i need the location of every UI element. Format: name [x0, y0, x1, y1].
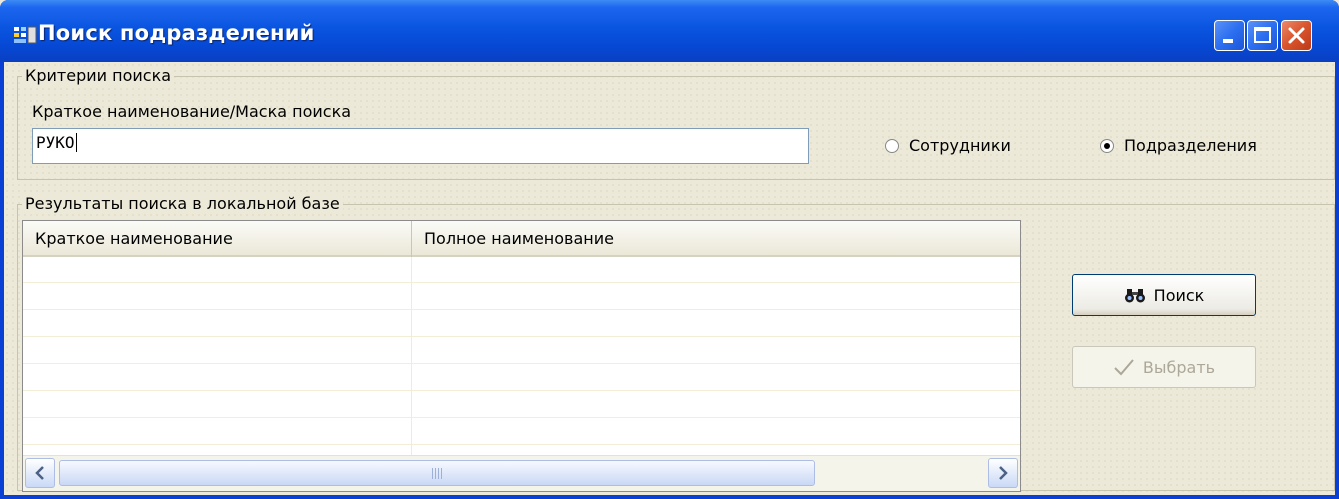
- title-bar[interactable]: Поиск подразделений: [0, 0, 1339, 62]
- empty-row: [23, 338, 1020, 364]
- scroll-right-button[interactable]: [988, 458, 1018, 488]
- search-button[interactable]: Поиск: [1072, 274, 1256, 316]
- scroll-thumb[interactable]: [59, 460, 815, 486]
- chevron-right-icon: [999, 466, 1008, 480]
- text-cursor: [75, 133, 77, 152]
- binoculars-icon: [1124, 289, 1145, 303]
- minimize-button[interactable]: [1214, 20, 1245, 51]
- search-results-legend: Результаты поиска в локальной базе: [22, 194, 343, 213]
- search-field-label: Краткое наименование/Маска поиска: [32, 102, 352, 121]
- radio-employees[interactable]: Сотрудники: [885, 136, 1011, 155]
- column-header-short-name[interactable]: Краткое наименование: [23, 221, 412, 257]
- horizontal-scrollbar[interactable]: [23, 455, 1020, 491]
- column-divider: [411, 257, 412, 457]
- radio-employees-circle: [885, 138, 899, 153]
- results-grid[interactable]: Краткое наименование Полное наименование: [22, 220, 1021, 492]
- maximize-icon: [1254, 27, 1271, 43]
- grid-header: Краткое наименование Полное наименование: [23, 221, 1020, 257]
- chevron-left-icon: [35, 466, 44, 480]
- scroll-thumb-grip: [432, 468, 442, 479]
- radio-departments[interactable]: Подразделения: [1100, 136, 1257, 155]
- app-icon: [14, 26, 37, 44]
- close-icon: [1288, 27, 1305, 44]
- search-button-label: Поиск: [1153, 285, 1205, 305]
- maximize-button[interactable]: [1247, 20, 1278, 51]
- scroll-left-button[interactable]: [25, 458, 55, 488]
- column-header-full-name[interactable]: Полное наименование: [412, 221, 1020, 257]
- radio-employees-label: Сотрудники: [909, 136, 1011, 155]
- search-input-value: РУКО: [36, 133, 75, 152]
- radio-departments-circle: [1100, 138, 1114, 153]
- empty-row: [23, 419, 1020, 445]
- checkmark-icon: [1114, 359, 1134, 376]
- empty-row: [23, 257, 1020, 283]
- main-window: Поиск подразделений Критерии поиска Крат…: [0, 0, 1339, 499]
- close-button[interactable]: [1281, 20, 1312, 51]
- select-button-label: Выбрать: [1142, 357, 1216, 377]
- empty-row: [23, 365, 1020, 391]
- grid-body[interactable]: [23, 257, 1020, 457]
- window-title: Поиск подразделений: [38, 21, 315, 45]
- minimize-icon: [1223, 39, 1233, 43]
- window-client-area: Критерии поиска Краткое наименование/Мас…: [4, 62, 1335, 495]
- empty-row: [23, 284, 1020, 310]
- empty-row: [23, 392, 1020, 418]
- search-criteria-legend: Критерии поиска: [22, 66, 175, 85]
- empty-row: [23, 311, 1020, 337]
- select-button[interactable]: Выбрать: [1072, 346, 1256, 388]
- radio-departments-label: Подразделения: [1124, 136, 1257, 155]
- search-input[interactable]: РУКО: [32, 128, 809, 164]
